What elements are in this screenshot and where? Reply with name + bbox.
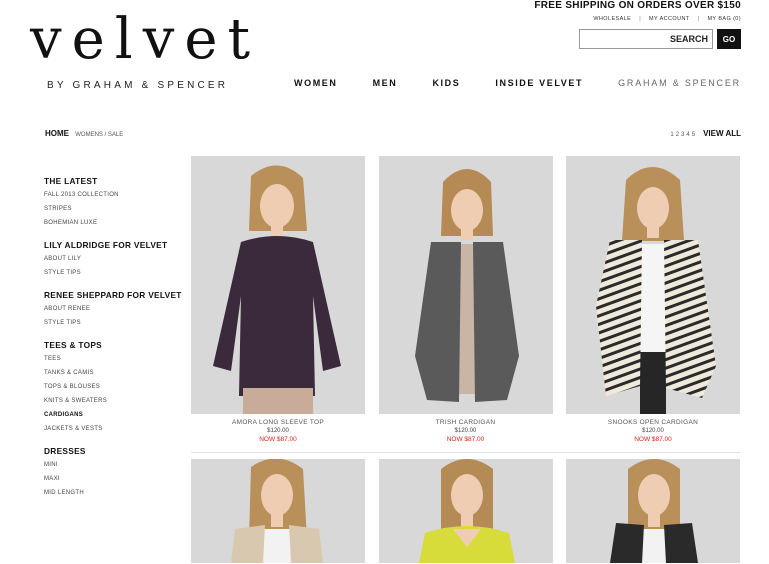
product-price: $120.00: [642, 428, 664, 434]
model-figure: [566, 459, 740, 563]
sidebar-section: TEES & TOPS TEES TANKS & CAMIS TOPS & BL…: [44, 340, 189, 432]
nav-women[interactable]: WOMEN: [294, 78, 338, 88]
utility-links: WHOLESALE | MY ACCOUNT | MY BAG (0): [593, 16, 741, 22]
sidebar-item[interactable]: TOPS & BLOUSES: [44, 384, 189, 390]
product-row: AMORA LONG SLEEVE TOP $120.00 NOW $87.00…: [191, 156, 740, 443]
sidebar-heading[interactable]: DRESSES: [44, 446, 189, 456]
sidebar-item[interactable]: MINI: [44, 462, 189, 468]
brand-tagline: BY GRAHAM & SPENCER: [47, 80, 229, 91]
sidebar-section: LILY ALDRIDGE FOR VELVET ABOUT LILY STYL…: [44, 240, 189, 276]
sidebar-section: DRESSES MINI MAXI MID LENGTH: [44, 446, 189, 496]
sidebar-item[interactable]: STYLE TIPS: [44, 270, 189, 276]
breadcrumb-trail[interactable]: WOMENS / SALE: [75, 132, 123, 138]
product-card[interactable]: AMORA LONG SLEEVE TOP $120.00 NOW $87.00: [191, 156, 365, 443]
product-photo[interactable]: [378, 156, 553, 414]
sidebar-item[interactable]: STRIPES: [44, 206, 189, 212]
nav-kids[interactable]: KIDS: [432, 78, 460, 88]
product-grid: AMORA LONG SLEEVE TOP $120.00 NOW $87.00…: [191, 156, 740, 563]
product-name[interactable]: SNOOKS OPEN CARDIGAN: [566, 419, 740, 426]
page-link[interactable]: 5: [692, 132, 695, 138]
page-link[interactable]: 1: [670, 132, 673, 138]
category-sidebar: THE LATEST FALL 2013 COLLECTION STRIPES …: [44, 176, 189, 510]
product-photo[interactable]: [191, 156, 365, 414]
product-sale-price: NOW $87.00: [634, 436, 672, 443]
product-photo[interactable]: [566, 156, 740, 414]
model-figure: [378, 459, 553, 563]
product-photo[interactable]: [566, 459, 740, 563]
product-price: $120.00: [267, 428, 289, 434]
sidebar-section: THE LATEST FALL 2013 COLLECTION STRIPES …: [44, 176, 189, 226]
page-link[interactable]: 2: [676, 132, 679, 138]
product-sale-price: NOW $87.00: [259, 436, 297, 443]
main-nav: WOMEN MEN KIDS INSIDE VELVET GRAHAM & SP…: [294, 78, 741, 88]
sidebar-item[interactable]: BOHEMIAN LUXE: [44, 220, 189, 226]
nav-graham-spencer[interactable]: GRAHAM & SPENCER: [618, 78, 741, 88]
page-link[interactable]: 3: [681, 132, 684, 138]
sidebar-item[interactable]: ABOUT RENEE: [44, 306, 189, 312]
sidebar-item[interactable]: ABOUT LILY: [44, 256, 189, 262]
breadcrumb-home[interactable]: HOME: [45, 129, 69, 138]
sidebar-item[interactable]: MID LENGTH: [44, 490, 189, 496]
sidebar-heading[interactable]: RENEE SHEPPARD FOR VELVET: [44, 290, 189, 300]
pagination: 1 2 3 4 5 VIEW ALL: [670, 129, 741, 138]
model-figure: [191, 459, 365, 563]
page-link[interactable]: 4: [686, 132, 689, 138]
product-photo[interactable]: [378, 459, 553, 563]
sidebar-item-active[interactable]: CARDIGANS: [44, 412, 189, 418]
model-figure: [191, 156, 365, 414]
go-button[interactable]: GO: [717, 29, 741, 49]
sidebar-item[interactable]: JACKETS & VESTS: [44, 426, 189, 432]
sidebar-item[interactable]: FALL 2013 COLLECTION: [44, 192, 189, 198]
product-price: $120.00: [454, 428, 477, 434]
product-card[interactable]: [191, 459, 365, 563]
product-card[interactable]: [378, 459, 553, 563]
product-sale-price: NOW $87.00: [446, 436, 485, 443]
product-photo[interactable]: [191, 459, 365, 563]
sidebar-heading[interactable]: TEES & TOPS: [44, 340, 189, 350]
util-separator: |: [639, 16, 642, 22]
product-card[interactable]: [566, 459, 740, 563]
nav-inside-velvet[interactable]: INSIDE VELVET: [495, 78, 583, 88]
product-name[interactable]: TRISH CARDIGAN: [379, 419, 553, 426]
wholesale-link[interactable]: WHOLESALE: [593, 16, 631, 22]
sidebar-heading[interactable]: LILY ALDRIDGE FOR VELVET: [44, 240, 189, 250]
sidebar-item[interactable]: TEES: [44, 356, 189, 362]
breadcrumb: HOME WOMENS / SALE: [45, 129, 123, 138]
sidebar-item[interactable]: TANKS & CAMIS: [44, 370, 189, 376]
free-shipping-banner: FREE SHIPPING ON ORDERS OVER $150: [534, 0, 741, 11]
my-bag-link[interactable]: MY BAG (0): [707, 16, 741, 22]
product-card[interactable]: SNOOKS OPEN CARDIGAN $120.00 NOW $87.00: [566, 156, 740, 443]
util-separator: |: [697, 16, 700, 22]
view-all-link[interactable]: VIEW ALL: [703, 129, 741, 138]
sidebar-section: RENEE SHEPPARD FOR VELVET ABOUT RENEE ST…: [44, 290, 189, 326]
brand-logo[interactable]: velvet: [30, 12, 260, 68]
sidebar-heading[interactable]: THE LATEST: [44, 176, 189, 186]
product-name[interactable]: AMORA LONG SLEEVE TOP: [191, 419, 365, 426]
nav-men[interactable]: MEN: [373, 78, 398, 88]
row-divider: [191, 452, 740, 453]
product-row: [191, 459, 740, 563]
search-bar: GO: [579, 29, 741, 49]
sidebar-item[interactable]: STYLE TIPS: [44, 320, 189, 326]
model-figure: [378, 156, 553, 414]
my-account-link[interactable]: MY ACCOUNT: [649, 16, 690, 22]
product-card[interactable]: TRISH CARDIGAN $120.00 NOW $87.00: [378, 156, 553, 443]
model-figure: [566, 156, 740, 414]
search-input[interactable]: [579, 29, 713, 49]
sidebar-item[interactable]: MAXI: [44, 476, 189, 482]
sidebar-item[interactable]: KNITS & SWEATERS: [44, 398, 189, 404]
